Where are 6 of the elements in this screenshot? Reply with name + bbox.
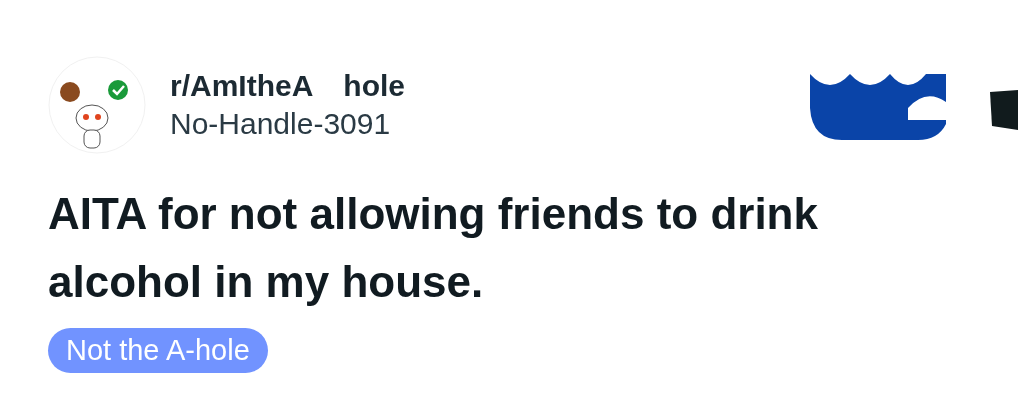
subreddit-name[interactable]: hole (343, 69, 406, 103)
edge-mark-drawing (990, 90, 1018, 130)
post-title: AITA for not allowing friends to drink alcohol in my house. (48, 188, 819, 308)
username[interactable]: No-Handle-3091 (170, 107, 406, 141)
subreddit-name[interactable]: r/AmItheA (170, 69, 314, 103)
flair-tag: Not the A-hole (48, 328, 268, 373)
